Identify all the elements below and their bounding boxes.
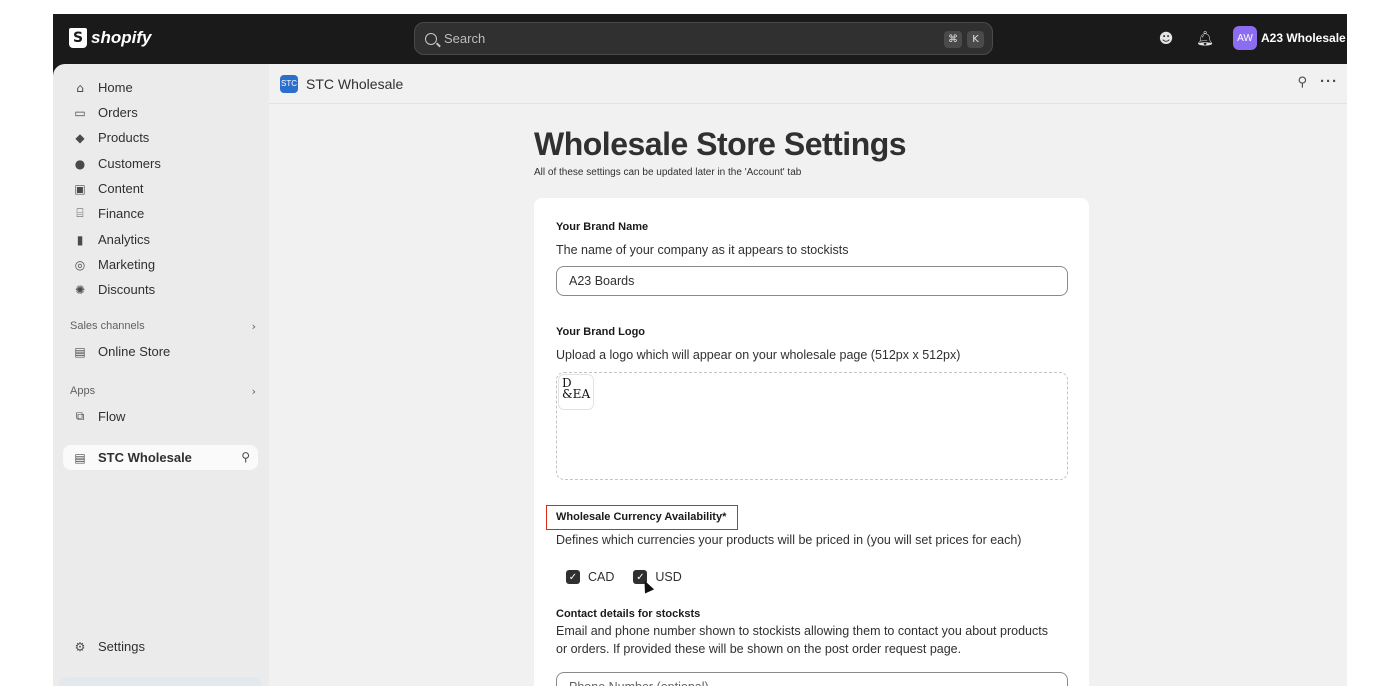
target-icon: ◎	[74, 257, 86, 272]
bell-icon[interactable]: 🔔︎	[1196, 30, 1214, 48]
chevron-right-icon: ›	[251, 385, 256, 398]
phone-number-input[interactable]	[556, 672, 1068, 686]
settings-card: Your Brand Name The name of your company…	[534, 198, 1089, 686]
sidebar-item-label: Products	[98, 130, 150, 145]
discount-icon: ✺	[74, 282, 86, 297]
stc-app-icon: ▤	[74, 450, 86, 465]
store-name[interactable]: A23 Wholesale	[1261, 31, 1346, 45]
flow-icon: ⧉	[75, 409, 85, 423]
top-bar: shopify ⌘ K ☻ 🔔︎ AW A23 Wholesale	[53, 14, 1347, 64]
sidebar-item-discounts[interactable]: ✺ Discounts	[63, 277, 258, 302]
brand-logo-label: Your Brand Logo	[556, 326, 646, 338]
sidebar-footer-panel	[59, 677, 262, 686]
logo-dropzone[interactable]: D &EA	[556, 372, 1068, 480]
sidebar-item-home[interactable]: ⌂ Home	[63, 75, 258, 100]
logo-text: shopify	[91, 28, 152, 47]
home-icon: ⌂	[76, 80, 84, 95]
currency-label: Wholesale Currency Availability*	[556, 511, 727, 523]
pin-icon[interactable]: ⚲	[241, 450, 250, 464]
app-header: STC STC Wholesale ⚲ ···	[269, 64, 1347, 104]
sidebar-item-label: Finance	[98, 206, 145, 221]
sidebar-item-label: Analytics	[98, 232, 151, 247]
sidebar-item-label: Content	[98, 181, 144, 196]
image-icon: ▣	[74, 181, 86, 196]
more-actions-icon[interactable]: ···	[1320, 73, 1338, 90]
shopify-admin-window: shopify ⌘ K ☻ 🔔︎ AW A23 Wholesale ⌂ Home…	[53, 14, 1347, 686]
stc-app-logo-icon: STC	[280, 74, 298, 93]
app-title: STC Wholesale	[306, 75, 404, 92]
sidebar-item-stc-wholesale[interactable]: ▤ STC Wholesale ⚲	[63, 445, 258, 470]
gear-icon: ⚙	[74, 639, 86, 654]
sidebar-item-online-store[interactable]: ▤ Online Store	[63, 339, 258, 364]
sidebar-item-content[interactable]: ▣ Content	[63, 176, 258, 201]
sidebar-item-label: Discounts	[98, 282, 156, 297]
sidebar-item-label: Flow	[98, 409, 126, 424]
sidebar-item-label: Customers	[98, 156, 161, 171]
sidebar-item-label: Home	[98, 80, 133, 95]
shortcut-cmd-key: ⌘	[944, 31, 962, 48]
brand-name-input[interactable]	[556, 266, 1068, 296]
sidebar-item-label: Orders	[98, 105, 138, 120]
apps-header[interactable]: Apps ›	[70, 385, 256, 398]
sidekick-icon[interactable]: ☻	[1157, 30, 1175, 48]
sidebar-item-label: Marketing	[98, 257, 156, 272]
sidebar-item-orders[interactable]: ▭ Orders	[63, 100, 258, 125]
contact-description-line1: Email and phone number shown to stockist…	[556, 624, 1048, 638]
brand-name-label: Your Brand Name	[556, 221, 649, 233]
brand-logo-thumbnail[interactable]: D &EA	[558, 374, 594, 410]
search-bar[interactable]: ⌘ K	[414, 22, 993, 55]
search-input[interactable]	[444, 31, 924, 46]
cad-checkbox[interactable]: ✓	[566, 570, 580, 584]
chevron-right-icon: ›	[251, 320, 256, 333]
shopify-logo[interactable]: shopify	[69, 28, 151, 48]
cad-label[interactable]: CAD	[588, 570, 614, 584]
page-title: Wholesale Store Settings	[534, 126, 907, 162]
search-icon	[425, 32, 437, 45]
person-icon: ●	[74, 156, 86, 171]
tag-icon: ◆	[75, 130, 85, 145]
currency-options: ✓ CAD ✓ USD	[566, 570, 682, 584]
sales-channels-label: Sales channels	[70, 320, 145, 332]
bar-chart-icon: ▮	[76, 232, 84, 247]
avatar[interactable]: AW	[1233, 26, 1257, 50]
sidebar-item-label: Online Store	[98, 344, 171, 359]
sales-channels-header[interactable]: Sales channels ›	[70, 320, 256, 333]
sidebar-item-flow[interactable]: ⧉ Flow	[63, 404, 258, 429]
sidebar-item-label: Settings	[98, 639, 145, 654]
currency-description: Defines which currencies your products w…	[556, 533, 1022, 547]
brand-name-description: The name of your company as it appears t…	[556, 243, 849, 257]
sidebar-item-customers[interactable]: ● Customers	[63, 151, 258, 176]
sidebar-item-products[interactable]: ◆ Products	[63, 125, 258, 150]
bank-icon: ⌸	[76, 206, 84, 220]
sidebar-item-label: STC Wholesale	[98, 450, 192, 465]
sidebar-item-analytics[interactable]: ▮ Analytics	[63, 227, 258, 252]
pin-icon[interactable]: ⚲	[1297, 75, 1307, 90]
shortcut-k-key: K	[967, 31, 984, 48]
sidebar-item-marketing[interactable]: ◎ Marketing	[63, 252, 258, 277]
inbox-icon: ▭	[74, 105, 86, 120]
main-content: STC STC Wholesale ⚲ ··· Wholesale Store …	[269, 64, 1347, 686]
contact-label: Contact details for stocksts	[556, 608, 701, 620]
usd-label[interactable]: USD	[655, 570, 681, 584]
apps-label: Apps	[70, 385, 96, 397]
brand-logo-description: Upload a logo which will appear on your …	[556, 348, 961, 362]
contact-description-line2: or orders. If provided these will be sho…	[556, 642, 962, 656]
store-icon: ▤	[74, 344, 86, 359]
page-subtitle: All of these settings can be updated lat…	[534, 167, 802, 178]
sidebar-item-settings[interactable]: ⚙ Settings	[63, 634, 258, 659]
shopify-bag-icon	[69, 28, 87, 48]
sidebar: ⌂ Home ▭ Orders ◆ Products ● Customers ▣…	[53, 64, 269, 686]
sidebar-item-finance[interactable]: ⌸ Finance	[63, 201, 258, 226]
